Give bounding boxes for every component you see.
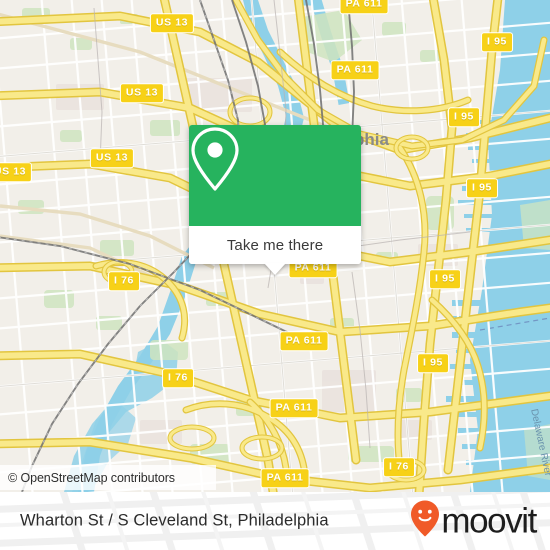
footer-bar: Wharton St / S Cleveland St, Philadelphi… xyxy=(0,492,550,550)
map-attribution[interactable]: © OpenStreetMap contributors xyxy=(0,465,216,490)
road-shield: PA 611 xyxy=(330,60,380,80)
location-callout-card[interactable]: Take me there xyxy=(189,125,361,275)
map-canvas[interactable]: phia Delaware River US 13US 13US 13US 13… xyxy=(0,0,550,492)
road-shield: US 13 xyxy=(89,148,135,168)
moovit-wordmark: moovit xyxy=(441,501,537,541)
road-shield: I 76 xyxy=(383,457,415,477)
moovit-map-screenshot: phia Delaware River US 13US 13US 13US 13… xyxy=(0,0,550,550)
callout-icon-area xyxy=(189,125,361,226)
road-shield: US 13 xyxy=(149,13,195,33)
page-title: Wharton St / S Cleveland St, Philadelphi… xyxy=(20,511,329,530)
road-shield: I 76 xyxy=(108,271,140,291)
road-shield: PA 611 xyxy=(279,331,329,351)
take-me-there-button[interactable]: Take me there xyxy=(189,226,361,264)
callout-pointer xyxy=(264,263,286,275)
moovit-logo[interactable]: moovit xyxy=(410,500,537,543)
road-shield: I 95 xyxy=(448,107,480,127)
road-shield: I 95 xyxy=(481,32,513,52)
road-shield: US 13 xyxy=(119,83,165,103)
road-shield: I 95 xyxy=(466,178,498,198)
road-shield: I 76 xyxy=(162,368,194,388)
road-shield: I 95 xyxy=(417,353,449,373)
road-shield: PA 611 xyxy=(339,0,389,14)
road-shield: PA 611 xyxy=(260,468,310,488)
road-shield: US 13 xyxy=(0,162,33,182)
attribution-text: © OpenStreetMap contributors xyxy=(8,470,175,485)
moovit-smiley-pin-icon xyxy=(410,500,440,543)
road-shield: PA 611 xyxy=(269,398,319,418)
road-shield: I 95 xyxy=(429,269,461,289)
